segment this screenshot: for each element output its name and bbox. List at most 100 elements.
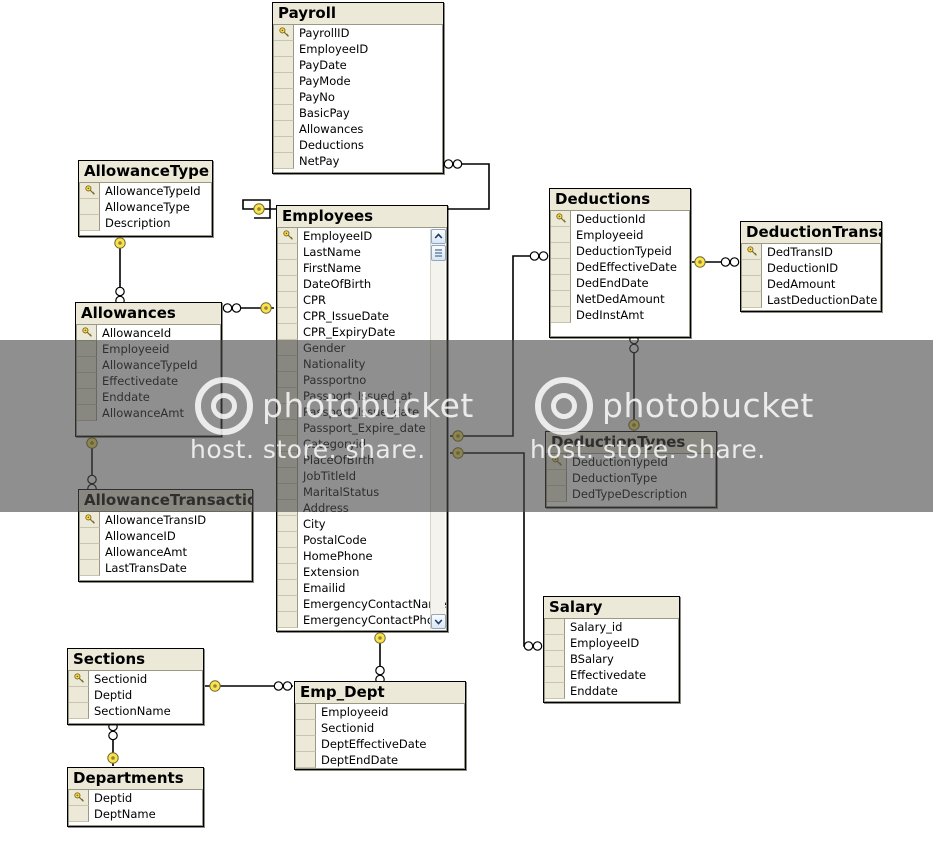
field-row[interactable]: LastName [278,244,446,260]
field-row[interactable]: EmployeeID [274,41,442,57]
field-row[interactable]: Description [80,215,211,231]
field-row[interactable]: Passport_Issue_date [278,404,446,420]
field-row[interactable]: HomePhone [278,548,446,564]
field-row[interactable]: PayrollID [274,25,442,41]
field-row[interactable]: PostalCode [278,532,446,548]
table-payroll[interactable]: Payroll PayrollID EmployeeID PayDate PayMode… [272,2,444,174]
field-row[interactable]: AllowanceID [80,528,251,544]
field-row[interactable]: BSalary [545,651,678,667]
field-row[interactable]: Nationality [278,356,446,372]
field-row[interactable]: FirstName [278,260,446,276]
field-row[interactable]: Gender [278,340,446,356]
scroll-up-arrow-icon[interactable] [431,229,446,244]
table-fields-allowancetype: AllowanceTypeId AllowanceType Description [79,183,212,236]
field-row[interactable]: AllowanceType [80,199,211,215]
table-sections[interactable]: Sections Sectionid Deptid SectionName [67,648,204,725]
field-row[interactable]: Employeeid [77,341,220,357]
field-name: Sectionid [321,721,375,735]
field-row[interactable]: DeductionTypeId [547,454,715,470]
table-allowances[interactable]: Allowances AllowanceId Employeeid Allowance… [75,302,222,437]
field-row[interactable]: DeductionID [742,260,880,276]
table-employees[interactable]: Employees EmployeeID LastName FirstName Date… [276,205,448,632]
field-row[interactable]: DeptName [69,806,202,822]
table-departments[interactable]: Departments Deptid DeptName [67,767,204,827]
field-row[interactable]: DedInstAmt [551,307,689,323]
field-row[interactable]: CPR_IssueDate [278,308,446,324]
table-deductiontypes[interactable]: DeductionTypes DeductionTypeId DeductionTy… [545,431,717,508]
field-row[interactable]: SectionName [69,703,202,719]
field-gutter [545,619,565,635]
table-fields-salary: Salary_id EmployeeID BSalary Effectivedate E… [544,619,679,702]
field-row[interactable]: CPR [278,292,446,308]
field-row[interactable]: DeductionId [551,211,689,227]
field-row[interactable]: MaritalStatus [278,484,446,500]
field-row[interactable]: Passport_Expire_date [278,420,446,436]
field-row[interactable]: City [278,516,446,532]
table-salary[interactable]: Salary Salary_id EmployeeID BSalary Effectiv… [543,596,680,703]
field-row[interactable]: PayMode [274,73,442,89]
field-row[interactable]: Allowances [274,121,442,137]
field-row[interactable]: DedTypeDescription [547,486,715,502]
field-row[interactable]: EmployeeID [278,228,446,244]
scrollbar-thumb[interactable] [431,245,446,261]
field-row[interactable]: BasicPay [274,105,442,121]
field-row[interactable]: Categoryid [278,436,446,452]
field-row[interactable]: DateOfBirth [278,276,446,292]
field-row[interactable]: Deductions [274,137,442,153]
field-row[interactable]: JobTitleId [278,468,446,484]
field-row[interactable]: Passport_Issued_at [278,388,446,404]
field-row[interactable]: Salary_id [545,619,678,635]
field-gutter [742,276,762,292]
table-deductiontransaction[interactable]: DeductionTransacDedTransIDDeductionIDDed… [740,221,882,312]
field-row[interactable]: PlaceOfBirth [278,452,446,468]
field-row[interactable]: Enddate [77,389,220,405]
field-row[interactable]: DedEndDate [551,275,689,291]
field-row[interactable]: DedTransID [742,244,880,260]
scroll-down-arrow-icon[interactable] [431,614,446,629]
field-row[interactable]: DeductionTypeid [551,243,689,259]
field-row[interactable]: AllowanceTransID [80,512,251,528]
field-row[interactable]: LastDeductionDate [742,292,880,308]
field-row[interactable]: AllowanceId [77,325,220,341]
table-emp_dept[interactable]: Emp_Dept Employeeid Sectionid DeptEffective… [294,681,466,770]
field-row[interactable]: DeductionType [547,470,715,486]
field-row[interactable]: Deptid [69,687,202,703]
field-row[interactable]: EmergencyContactName [278,596,446,612]
field-row[interactable]: DeptEndDate [296,752,464,768]
field-row[interactable]: NetPay [274,153,442,169]
field-row[interactable]: PayDate [274,57,442,73]
table-allowancetransaction[interactable]: AllowanceTransaction AllowanceTransID Allo… [78,489,253,582]
field-row[interactable]: LastTransDate [80,560,251,576]
field-row[interactable]: Sectionid [296,720,464,736]
field-row[interactable]: Effectivedate [77,373,220,389]
field-row[interactable]: AllowanceTypeId [77,357,220,373]
field-row[interactable]: NetDedAmount [551,291,689,307]
field-row[interactable]: Employeeid [551,227,689,243]
table-allowancetype[interactable]: AllowanceType AllowanceTypeId AllowanceTyp… [78,160,213,237]
field-row[interactable]: Enddate [545,683,678,699]
field-row[interactable]: AllowanceTypeId [80,183,211,199]
field-row[interactable]: Employeeid [296,704,464,720]
field-name: DedEndDate [576,276,649,290]
field-gutter [545,683,565,699]
table-title-deductiontransaction: DeductionTransac [741,222,881,244]
field-row[interactable]: AllowanceAmt [80,544,251,560]
field-gutter [77,373,97,389]
field-row[interactable]: Extension [278,564,446,580]
field-row[interactable]: PayNo [274,89,442,105]
field-row[interactable]: Deptid [69,790,202,806]
field-row[interactable]: Effectivedate [545,667,678,683]
field-row[interactable]: Emailid [278,580,446,596]
field-row[interactable]: EmergencyContactPhone [278,612,446,628]
field-row[interactable]: Sectionid [69,671,202,687]
field-list-scrollbar[interactable] [430,229,446,629]
field-row[interactable]: DeptEffectiveDate [296,736,464,752]
field-row[interactable]: CPR_ExpiryDate [278,324,446,340]
table-deductions[interactable]: Deductions DeductionId Employeeid Deduction… [549,188,691,338]
field-row[interactable]: EmployeeID [545,635,678,651]
field-row[interactable]: DedEffectiveDate [551,259,689,275]
field-row[interactable]: DedAmount [742,276,880,292]
field-row[interactable]: Address [278,500,446,516]
field-row[interactable]: AllowanceAmt [77,405,220,421]
field-row[interactable]: Passportno [278,372,446,388]
